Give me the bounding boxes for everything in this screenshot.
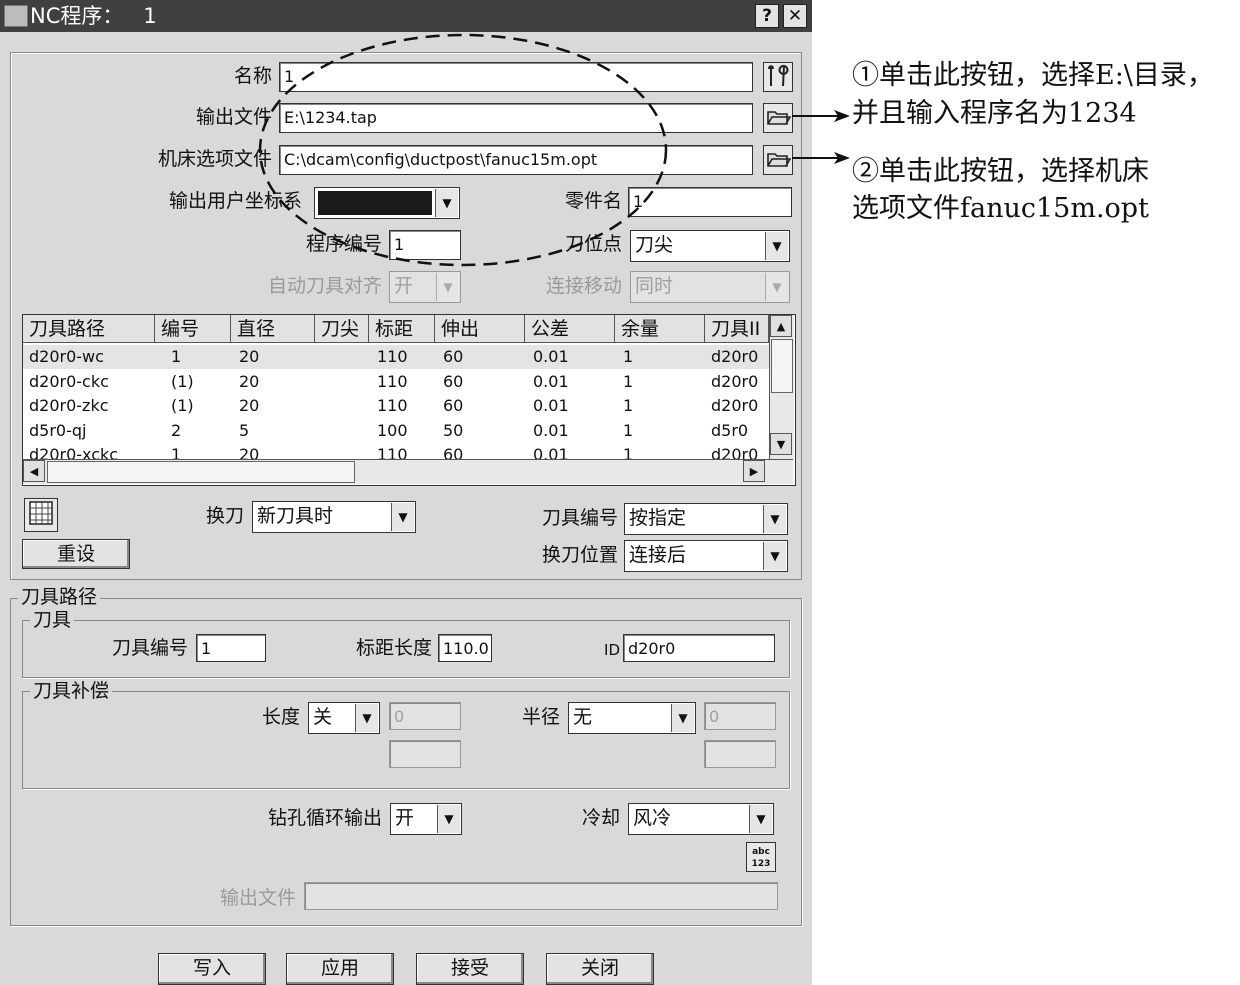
annotation-2-line1: ②单击此按钮，选择机床 [852,156,1149,187]
highlight-ellipse [258,33,668,267]
annotation-1-line2: 并且输入程序名为1234 [852,98,1137,129]
annotation-2-line2: 选项文件fanuc15m.opt [852,193,1149,224]
arrow-2 [792,152,850,164]
annotation-overlay [258,33,850,267]
arrow-1 [792,110,850,122]
annotation-1-line1: ①单击此按钮，选择E:\目录， [852,60,1214,91]
